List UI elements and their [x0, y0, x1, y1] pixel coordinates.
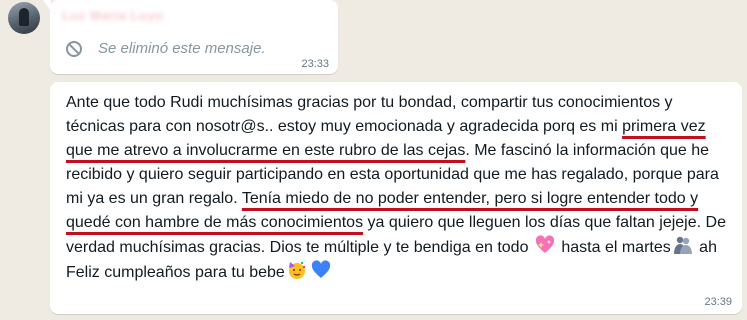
deleted-message-row: Se eliminó este mensaje. [66, 40, 266, 57]
bubble-tail [43, 0, 51, 12]
avatar[interactable] [8, 2, 40, 34]
sparkling-heart-emoji-icon [535, 235, 555, 253]
partying-face-emoji-icon [288, 262, 305, 279]
message-text-part: Ante que todo Rudi muchísimas gracias po… [66, 94, 673, 135]
message-timestamp: 23:39 [704, 296, 732, 308]
message-text: Ante que todo Rudi muchísimas gracias po… [66, 91, 726, 285]
message-bubble-text[interactable]: Ante que todo Rudi muchísimas gracias po… [50, 82, 742, 314]
blue-heart-emoji-icon [311, 260, 330, 278]
avatar-silhouette [19, 8, 29, 26]
message-text-part: hasta el martes [556, 239, 671, 256]
message-timestamp: 23:33 [301, 58, 329, 70]
message-bubble-deleted[interactable]: Luz Maria Luyo Se eliminó este mensaje. … [43, 0, 338, 74]
deleted-message-text: Se eliminó este mensaje. [98, 40, 266, 57]
ban-icon [66, 40, 82, 57]
people-hugging-emoji-icon [673, 236, 692, 254]
sender-name[interactable]: Luz Maria Luyo [62, 8, 164, 23]
